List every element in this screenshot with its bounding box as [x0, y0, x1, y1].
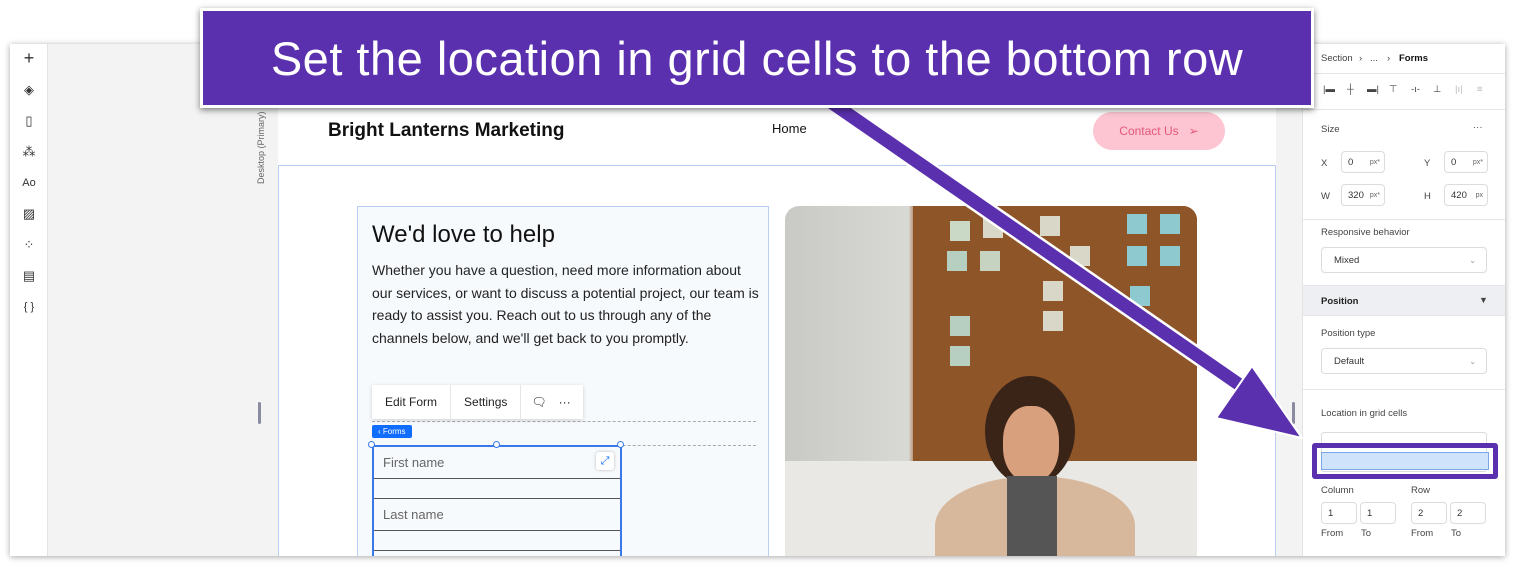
bottom-row-cell[interactable]	[1321, 452, 1489, 470]
instruction-banner: Set the location in grid cells to the bo…	[200, 8, 1314, 108]
arrow-shaft	[818, 90, 1254, 398]
highlight-box	[1312, 443, 1498, 479]
